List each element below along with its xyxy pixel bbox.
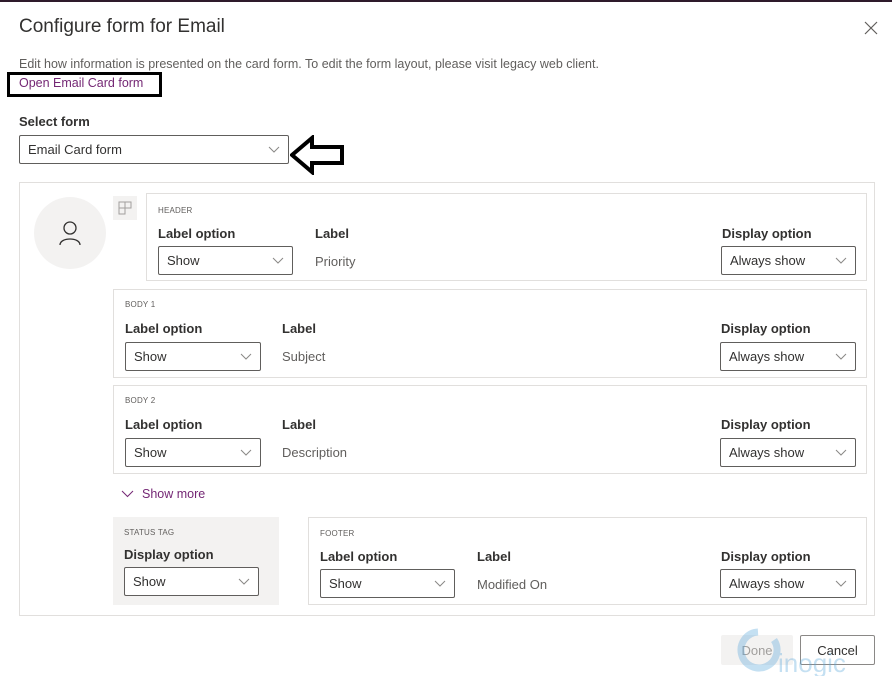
annotation-arrow-icon (290, 135, 344, 175)
cancel-button[interactable]: Cancel (800, 635, 875, 665)
avatar (34, 197, 106, 269)
chevron-down-icon (240, 449, 252, 456)
label-option-label: Label option (158, 226, 236, 241)
section-title: FOOTER (320, 529, 355, 538)
display-option-label: Display option (722, 226, 812, 241)
label-value: Subject (282, 349, 326, 364)
label-label: Label (282, 321, 316, 336)
label-option-label: Label option (125, 321, 203, 336)
body2-label-option-dropdown[interactable]: Show (125, 438, 261, 467)
select-form-value: Email Card form (28, 142, 122, 157)
display-option-label: Display option (721, 417, 811, 432)
chevron-down-icon (835, 257, 847, 264)
chevron-down-icon (268, 146, 280, 153)
status-tag-display-option-dropdown[interactable]: Show (124, 567, 259, 596)
dropdown-value: Show (167, 253, 200, 268)
body1-label-option-dropdown[interactable]: Show (125, 342, 261, 371)
dropdown-value: Always show (729, 576, 805, 591)
show-more-button[interactable]: Show more (121, 487, 205, 501)
display-option-label: Display option (721, 549, 811, 564)
section-title: BODY 1 (125, 300, 156, 309)
layout-icon (118, 201, 132, 215)
section-title: BODY 2 (125, 396, 156, 405)
section-title: HEADER (158, 206, 193, 215)
select-form-dropdown[interactable]: Email Card form (19, 135, 289, 164)
done-button[interactable]: Done (721, 635, 793, 665)
footer-label-option-dropdown[interactable]: Show (320, 569, 455, 598)
dialog-title: Configure form for Email (19, 16, 225, 37)
label-label: Label (282, 417, 316, 432)
dropdown-value: Show (133, 574, 166, 589)
label-value: Priority (315, 254, 356, 269)
body2-display-option-dropdown[interactable]: Always show (720, 438, 856, 467)
body1-section: BODY 1 Label option Show Label Subject D… (113, 289, 867, 378)
chevron-down-icon (835, 580, 847, 587)
chevron-down-icon (121, 490, 134, 498)
layout-button[interactable] (113, 196, 137, 220)
label-value: Modified On (477, 577, 548, 592)
dropdown-value: Show (134, 349, 167, 364)
close-button[interactable] (860, 17, 882, 39)
label-option-label: Label option (125, 417, 203, 432)
dialog-description: Edit how information is presented on the… (19, 57, 599, 71)
top-border (0, 0, 892, 2)
header-section: HEADER Label option Show Label Priority … (146, 193, 867, 281)
close-icon (864, 21, 878, 35)
body2-section: BODY 2 Label option Show Label Descripti… (113, 385, 867, 474)
chevron-down-icon (835, 353, 847, 360)
chevron-down-icon (835, 449, 847, 456)
header-label-option-dropdown[interactable]: Show (158, 246, 293, 275)
chevron-down-icon (434, 580, 446, 587)
open-card-form-link[interactable]: Open Email Card form (19, 76, 143, 90)
chevron-down-icon (240, 353, 252, 360)
section-title: STATUS TAG (124, 528, 175, 537)
status-tag-section: STATUS TAG Display option Show (113, 517, 279, 605)
dropdown-value: Show (134, 445, 167, 460)
person-icon (59, 221, 81, 246)
display-option-label: Display option (721, 321, 811, 336)
select-form-label: Select form (19, 114, 90, 129)
header-display-option-dropdown[interactable]: Always show (721, 246, 856, 275)
dropdown-value: Always show (730, 253, 806, 268)
label-label: Label (477, 549, 511, 564)
display-option-label: Display option (124, 547, 214, 562)
label-value: Description (282, 445, 348, 460)
dropdown-value: Show (329, 576, 362, 591)
body1-display-option-dropdown[interactable]: Always show (720, 342, 856, 371)
show-more-label: Show more (142, 487, 206, 501)
dropdown-value: Always show (729, 445, 805, 460)
label-option-label: Label option (320, 549, 398, 564)
label-label: Label (315, 226, 349, 241)
footer-section: FOOTER Label option Show Label Modified … (308, 517, 867, 605)
dropdown-value: Always show (729, 349, 805, 364)
footer-display-option-dropdown[interactable]: Always show (720, 569, 856, 598)
chevron-down-icon (272, 257, 284, 264)
chevron-down-icon (238, 578, 250, 585)
